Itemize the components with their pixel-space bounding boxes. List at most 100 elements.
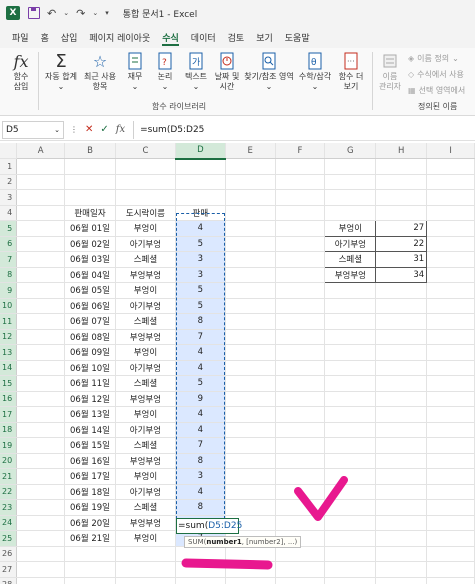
cell-name[interactable]: 스페셜 (115, 437, 176, 454)
cell[interactable] (324, 158, 377, 175)
cell[interactable] (375, 515, 428, 531)
cell-name[interactable]: 부엉부엉 (115, 329, 176, 345)
cell-date[interactable]: 06월 01일 (64, 220, 116, 237)
cell[interactable] (375, 561, 428, 578)
cell-name[interactable]: 부엉이 (115, 344, 176, 361)
cell[interactable] (426, 174, 475, 190)
cell[interactable] (16, 546, 66, 562)
cell-name[interactable]: 부엉이 (115, 282, 176, 299)
cell[interactable] (225, 468, 276, 485)
cell[interactable] (426, 546, 475, 562)
header-cell-name[interactable]: 도시락이름 (115, 205, 176, 221)
cell-sales[interactable]: 3 (175, 251, 226, 268)
summary-total-cell[interactable]: 27 (375, 220, 428, 237)
cell-name[interactable]: 아기부엉 (115, 236, 176, 252)
cell-date[interactable]: 06월 12일 (64, 391, 116, 407)
cell[interactable] (426, 391, 475, 407)
chevron-down-icon[interactable]: ⌄ (63, 9, 69, 17)
cell[interactable] (324, 561, 377, 578)
cell[interactable] (225, 174, 276, 190)
cell[interactable] (16, 453, 66, 469)
cell[interactable] (324, 406, 377, 423)
cell[interactable] (275, 329, 326, 345)
cell[interactable] (324, 530, 377, 547)
summary-total-cell[interactable]: 31 (375, 251, 428, 268)
cell[interactable] (16, 329, 66, 345)
cell[interactable] (426, 577, 475, 584)
cell-date[interactable]: 06월 21일 (64, 530, 116, 547)
row-header[interactable]: 12 (0, 329, 18, 345)
row-header[interactable]: 16 (0, 391, 18, 407)
cell[interactable] (16, 530, 66, 547)
row-header[interactable]: 9 (0, 282, 18, 299)
row-header[interactable]: 26 (0, 546, 18, 562)
cell-sales[interactable]: 8 (175, 313, 226, 330)
cell[interactable] (426, 313, 475, 330)
cell[interactable] (426, 468, 475, 485)
chevron-down-icon[interactable]: ⌄ (92, 9, 98, 17)
cell[interactable] (426, 406, 475, 423)
cell[interactable] (324, 499, 377, 516)
cell[interactable] (275, 375, 326, 392)
cell[interactable] (16, 236, 66, 252)
cell[interactable] (275, 546, 326, 562)
math-trig-button[interactable]: θ 수학/삼각 ⌄ (296, 50, 334, 92)
cell[interactable] (225, 298, 276, 314)
cell[interactable] (64, 158, 116, 175)
cell-name[interactable]: 아기부엉 (115, 422, 176, 438)
cell[interactable] (375, 577, 428, 584)
cell[interactable] (375, 329, 428, 345)
cell[interactable] (275, 437, 326, 454)
cell[interactable] (16, 267, 66, 283)
cell-sales[interactable]: 4 (175, 484, 226, 500)
cell[interactable] (375, 205, 428, 221)
cell-sales[interactable]: 3 (175, 468, 226, 485)
row-header[interactable]: 7 (0, 251, 18, 268)
cell[interactable] (375, 375, 428, 392)
row-header[interactable]: 8 (0, 267, 18, 283)
cell[interactable] (275, 422, 326, 438)
cell[interactable] (275, 189, 326, 206)
cell[interactable] (64, 546, 116, 562)
cell[interactable] (426, 484, 475, 500)
cell-name[interactable]: 부엉이 (115, 530, 176, 547)
cell-name[interactable]: 스페셜 (115, 251, 176, 268)
cell[interactable] (426, 329, 475, 345)
active-cell-editor[interactable]: =sum(D5:D25 (176, 518, 242, 534)
cell[interactable] (426, 298, 475, 314)
cell-date[interactable]: 06월 05일 (64, 282, 116, 299)
cell[interactable] (426, 453, 475, 469)
cell[interactable] (275, 453, 326, 469)
cell-sales[interactable]: 5 (175, 282, 226, 299)
cell-sales[interactable]: 5 (175, 298, 226, 314)
cell[interactable] (375, 499, 428, 516)
cell[interactable] (426, 251, 475, 268)
cell[interactable] (426, 437, 475, 454)
cell[interactable] (275, 484, 326, 500)
save-icon[interactable] (28, 7, 40, 19)
cell[interactable] (275, 313, 326, 330)
cell[interactable] (64, 577, 116, 584)
column-header-c[interactable]: C (115, 143, 176, 159)
cell[interactable] (16, 375, 66, 392)
cell[interactable] (175, 189, 226, 206)
cell[interactable] (175, 561, 226, 578)
cell[interactable] (225, 391, 276, 407)
row-header[interactable]: 11 (0, 313, 18, 330)
cell[interactable] (225, 561, 276, 578)
cell[interactable] (324, 360, 377, 376)
more-functions-button[interactable]: ··· 함수 더 보기 (336, 50, 366, 92)
cell-name[interactable]: 부엉부엉 (115, 391, 176, 407)
cell[interactable] (225, 344, 276, 361)
cell-date[interactable]: 06월 06일 (64, 298, 116, 314)
cell[interactable] (16, 391, 66, 407)
cell-date[interactable]: 06월 17일 (64, 468, 116, 485)
column-header-d[interactable]: D (175, 143, 226, 160)
cell-date[interactable]: 06월 16일 (64, 453, 116, 469)
cell[interactable] (16, 499, 66, 516)
cell-date[interactable]: 06월 14일 (64, 422, 116, 438)
column-header-e[interactable]: E (225, 143, 276, 159)
cell[interactable] (225, 437, 276, 454)
cell[interactable] (275, 406, 326, 423)
row-header[interactable]: 24 (0, 515, 18, 531)
